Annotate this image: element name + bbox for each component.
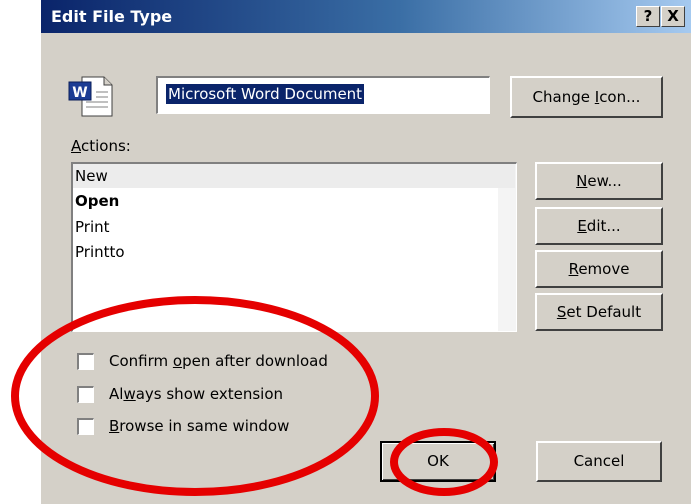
title-bar[interactable]: Edit File Type ? X xyxy=(41,0,691,33)
edit-action-button[interactable]: Edit... xyxy=(535,207,663,245)
change-icon-label-post: con... xyxy=(599,88,641,106)
list-item-new[interactable]: New xyxy=(73,164,515,188)
always-show-extension-checkbox[interactable] xyxy=(77,386,94,403)
new-action-button[interactable]: New... xyxy=(535,162,663,200)
set-default-button[interactable]: Set Default xyxy=(535,293,663,331)
change-icon-button[interactable]: Change Icon... xyxy=(510,76,663,118)
help-button[interactable]: ? xyxy=(636,6,660,27)
remove-action-button[interactable]: Remove xyxy=(535,250,663,288)
list-item-open[interactable]: Open xyxy=(73,189,515,213)
ok-button[interactable]: OK xyxy=(380,441,496,482)
confirm-open-checkbox[interactable] xyxy=(77,353,94,370)
browse-same-window-checkbox[interactable] xyxy=(77,418,94,435)
confirm-open-label[interactable]: Confirm open after download xyxy=(109,352,328,370)
actions-label: Actions: xyxy=(71,137,131,155)
actions-list[interactable]: New Open Print Printto xyxy=(71,162,517,332)
cancel-button[interactable]: Cancel xyxy=(536,441,662,482)
word-document-icon: W xyxy=(68,76,113,117)
change-icon-label-pre: Change xyxy=(532,88,595,106)
edit-file-type-dialog: Edit File Type ? X W Microsoft Word Docu… xyxy=(40,0,691,504)
browse-same-window-label[interactable]: Browse in same window xyxy=(109,417,289,435)
list-item-printto[interactable]: Printto xyxy=(73,240,515,264)
always-show-extension-label[interactable]: Always show extension xyxy=(109,385,283,403)
file-type-name-value: Microsoft Word Document xyxy=(166,84,365,104)
file-type-name-field[interactable]: Microsoft Word Document xyxy=(156,76,490,114)
list-item-print[interactable]: Print xyxy=(73,215,515,239)
window-title: Edit File Type xyxy=(51,7,173,26)
svg-text:W: W xyxy=(72,85,87,101)
close-button[interactable]: X xyxy=(661,6,685,27)
